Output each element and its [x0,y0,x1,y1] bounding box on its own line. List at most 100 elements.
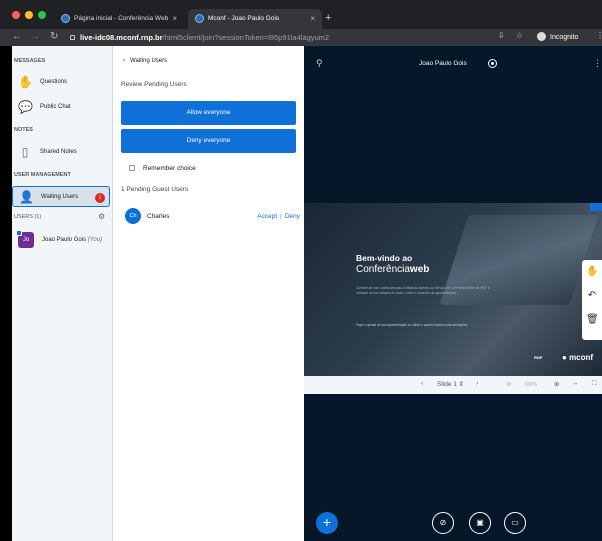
separator: | [280,213,282,220]
hand-tool-icon[interactable]: ✋ [586,266,598,278]
stage-header: ⚲ Joao Paulo Gois ⋮ [304,58,602,72]
deny-everyone-button[interactable]: Deny everyone [121,129,296,153]
note-icon: ▯ [21,145,29,159]
sidebar-item-shared-notes[interactable]: ▯ Shared Notes [12,142,110,163]
browser-menu-icon[interactable]: ⋮ [596,31,602,40]
next-slide-icon[interactable]: › [476,380,478,387]
forward-arrow-icon[interactable]: → [30,31,40,42]
chat-icon: 💬 [18,100,33,114]
user-name: Joao Paulo Gois (You) [42,237,102,243]
action-bar: + ⊘ ▣ ▭ [304,512,602,534]
mic-icon[interactable]: ⇩ [498,31,505,40]
slide-title-bold-word: web [409,264,430,275]
pending-guest-row: Ch Charles Accept | Deny [125,208,300,226]
user-icon: 👤 [19,190,34,204]
undo-icon[interactable]: ↶ [586,290,598,302]
guest-actions: Accept | Deny [257,213,300,220]
close-tab-icon[interactable]: × [310,14,315,23]
mconf-logo-text: mconf [569,353,594,362]
checkbox-box[interactable] [129,165,135,171]
tab-title: Página inicial - Conferência Web [74,15,169,22]
user-list-sidebar: MESSAGES ✋ Questions 💬 Public Chat NOTES… [12,46,113,541]
tab-bar: Página inicial - Conferência Web × Mconf… [0,0,602,29]
sidebar-item-label: Questions [40,79,68,85]
tab-title: Mconf - Joao Paulo Gois [208,15,280,22]
sidebar-item-questions[interactable]: ✋ Questions [12,72,110,93]
new-tab-button[interactable]: + [325,12,331,24]
slide-select-value: Slide 1 [437,381,457,388]
allow-everyone-button[interactable]: Allow everyone [121,101,296,125]
zoom-level: 100% [524,382,537,388]
favicon-icon [195,14,204,23]
remember-choice-checkbox[interactable]: Remember choice [129,165,196,172]
user-management-section-title: USER MANAGEMENT [14,172,71,178]
reload-icon[interactable]: ↻ [50,31,58,42]
close-window-button[interactable] [12,11,20,19]
address-row: ← → ↻ live-idc08.mconf.rnp.br/html5clien… [0,29,602,46]
waiting-users-panel: ‹ Waiting Users Review Pending Users Allo… [113,46,304,541]
presentation-stage: ⚲ Joao Paulo Gois ⋮ Bem-vindo ao Conferê… [304,46,602,541]
users-toggle-icon[interactable]: ⚲ [316,58,323,69]
camera-button[interactable]: ▣ [469,512,491,534]
sidebar-item-label: Public Chat [40,104,71,110]
options-menu-icon[interactable]: ⋮ [593,58,602,69]
deny-guest-link[interactable]: Deny [285,213,300,220]
mconf-app: MESSAGES ✋ Questions 💬 Public Chat NOTES… [12,46,602,541]
lock-icon [70,35,75,40]
presentation-controls: ‹ Slide 1 ⇕ › ⊖ 100% ⊕ ↔ ⛶ [304,376,602,394]
slide-select[interactable]: Slide 1 ⇕ [437,380,464,388]
panel-title: Waiting Users [130,58,168,64]
sidebar-item-label: Shared Notes [40,149,77,155]
accept-guest-link[interactable]: Accept [257,213,277,220]
bookmark-star-icon[interactable]: ☆ [516,31,523,40]
slide-body-text-2: Faça o upload de sua apresentação ou uti… [356,323,469,327]
back-to-list-button[interactable]: ‹ Waiting Users [123,58,167,64]
sidebar-item-label: Waiting Users [41,194,79,200]
chevron-left-icon: ‹ [123,58,125,64]
you-label: (You) [87,237,103,243]
address-bar[interactable]: live-idc08.mconf.rnp.br/html5client/join… [70,31,520,44]
zoom-out-icon[interactable]: ⊖ [506,380,511,388]
incognito-icon [537,32,546,41]
incognito-label: Incognito [550,34,579,41]
zoom-in-icon[interactable]: ⊕ [554,380,559,388]
review-pending-label: Review Pending Users [121,81,187,88]
presenter-indicator [16,230,22,236]
actions-plus-button[interactable]: + [316,512,338,534]
screen-share-button[interactable]: ▭ [504,512,526,534]
previous-slide-icon[interactable]: ‹ [421,380,423,387]
user-name-text: Joao Paulo Gois [42,237,87,243]
pending-count-label: 1 Pending Guest Users [121,186,189,193]
minimize-presentation-button[interactable] [590,203,602,211]
close-tab-icon[interactable]: × [172,14,177,23]
incognito-indicator[interactable]: Incognito [537,32,578,41]
mconf-logo: ● mconf [562,353,594,362]
slide-title-line1: Bem-vindo ao [356,253,413,263]
slide-title-line2: Conferênciaweb [356,264,429,275]
waiting-count-badge: 1 [95,193,105,203]
fit-width-icon[interactable]: ↔ [572,380,579,387]
user-list-item[interactable]: Jo Joao Paulo Gois (You) [16,230,113,250]
whiteboard-toolbar: ✋ ↶ 🗑 [582,260,602,340]
users-section-title: USERS (1) [14,214,42,220]
rnp-logo: RNP [534,355,543,360]
back-arrow-icon[interactable]: ← [12,31,22,42]
audio-off-button[interactable]: ⊘ [432,512,454,534]
sidebar-item-public-chat[interactable]: 💬 Public Chat [12,97,110,118]
sidebar-item-waiting-users[interactable]: 👤 Waiting Users 1 [12,186,110,207]
browser-tab-home[interactable]: Página inicial - Conferência Web × [54,9,184,29]
record-indicator-icon[interactable] [488,59,497,68]
url-path: /html5client/join?sessionToken=l95p91la4… [162,33,330,42]
slide-title-word: Conferência [356,264,410,275]
notes-section-title: NOTES [14,127,33,133]
fullscreen-icon[interactable]: ⛶ [592,380,597,388]
minimize-window-button[interactable] [25,11,33,19]
avatar-initials: Jo [22,237,30,243]
favicon-icon [61,14,70,23]
presentation-slide: Bem-vindo ao Conferênciaweb Conecte-se c… [304,203,602,376]
hand-icon: ✋ [18,75,33,89]
trash-icon[interactable]: 🗑 [586,314,599,326]
gear-icon[interactable]: ⚙ [98,212,105,221]
browser-tab-mconf[interactable]: Mconf - Joao Paulo Gois × [188,9,322,29]
maximize-window-button[interactable] [38,11,46,19]
